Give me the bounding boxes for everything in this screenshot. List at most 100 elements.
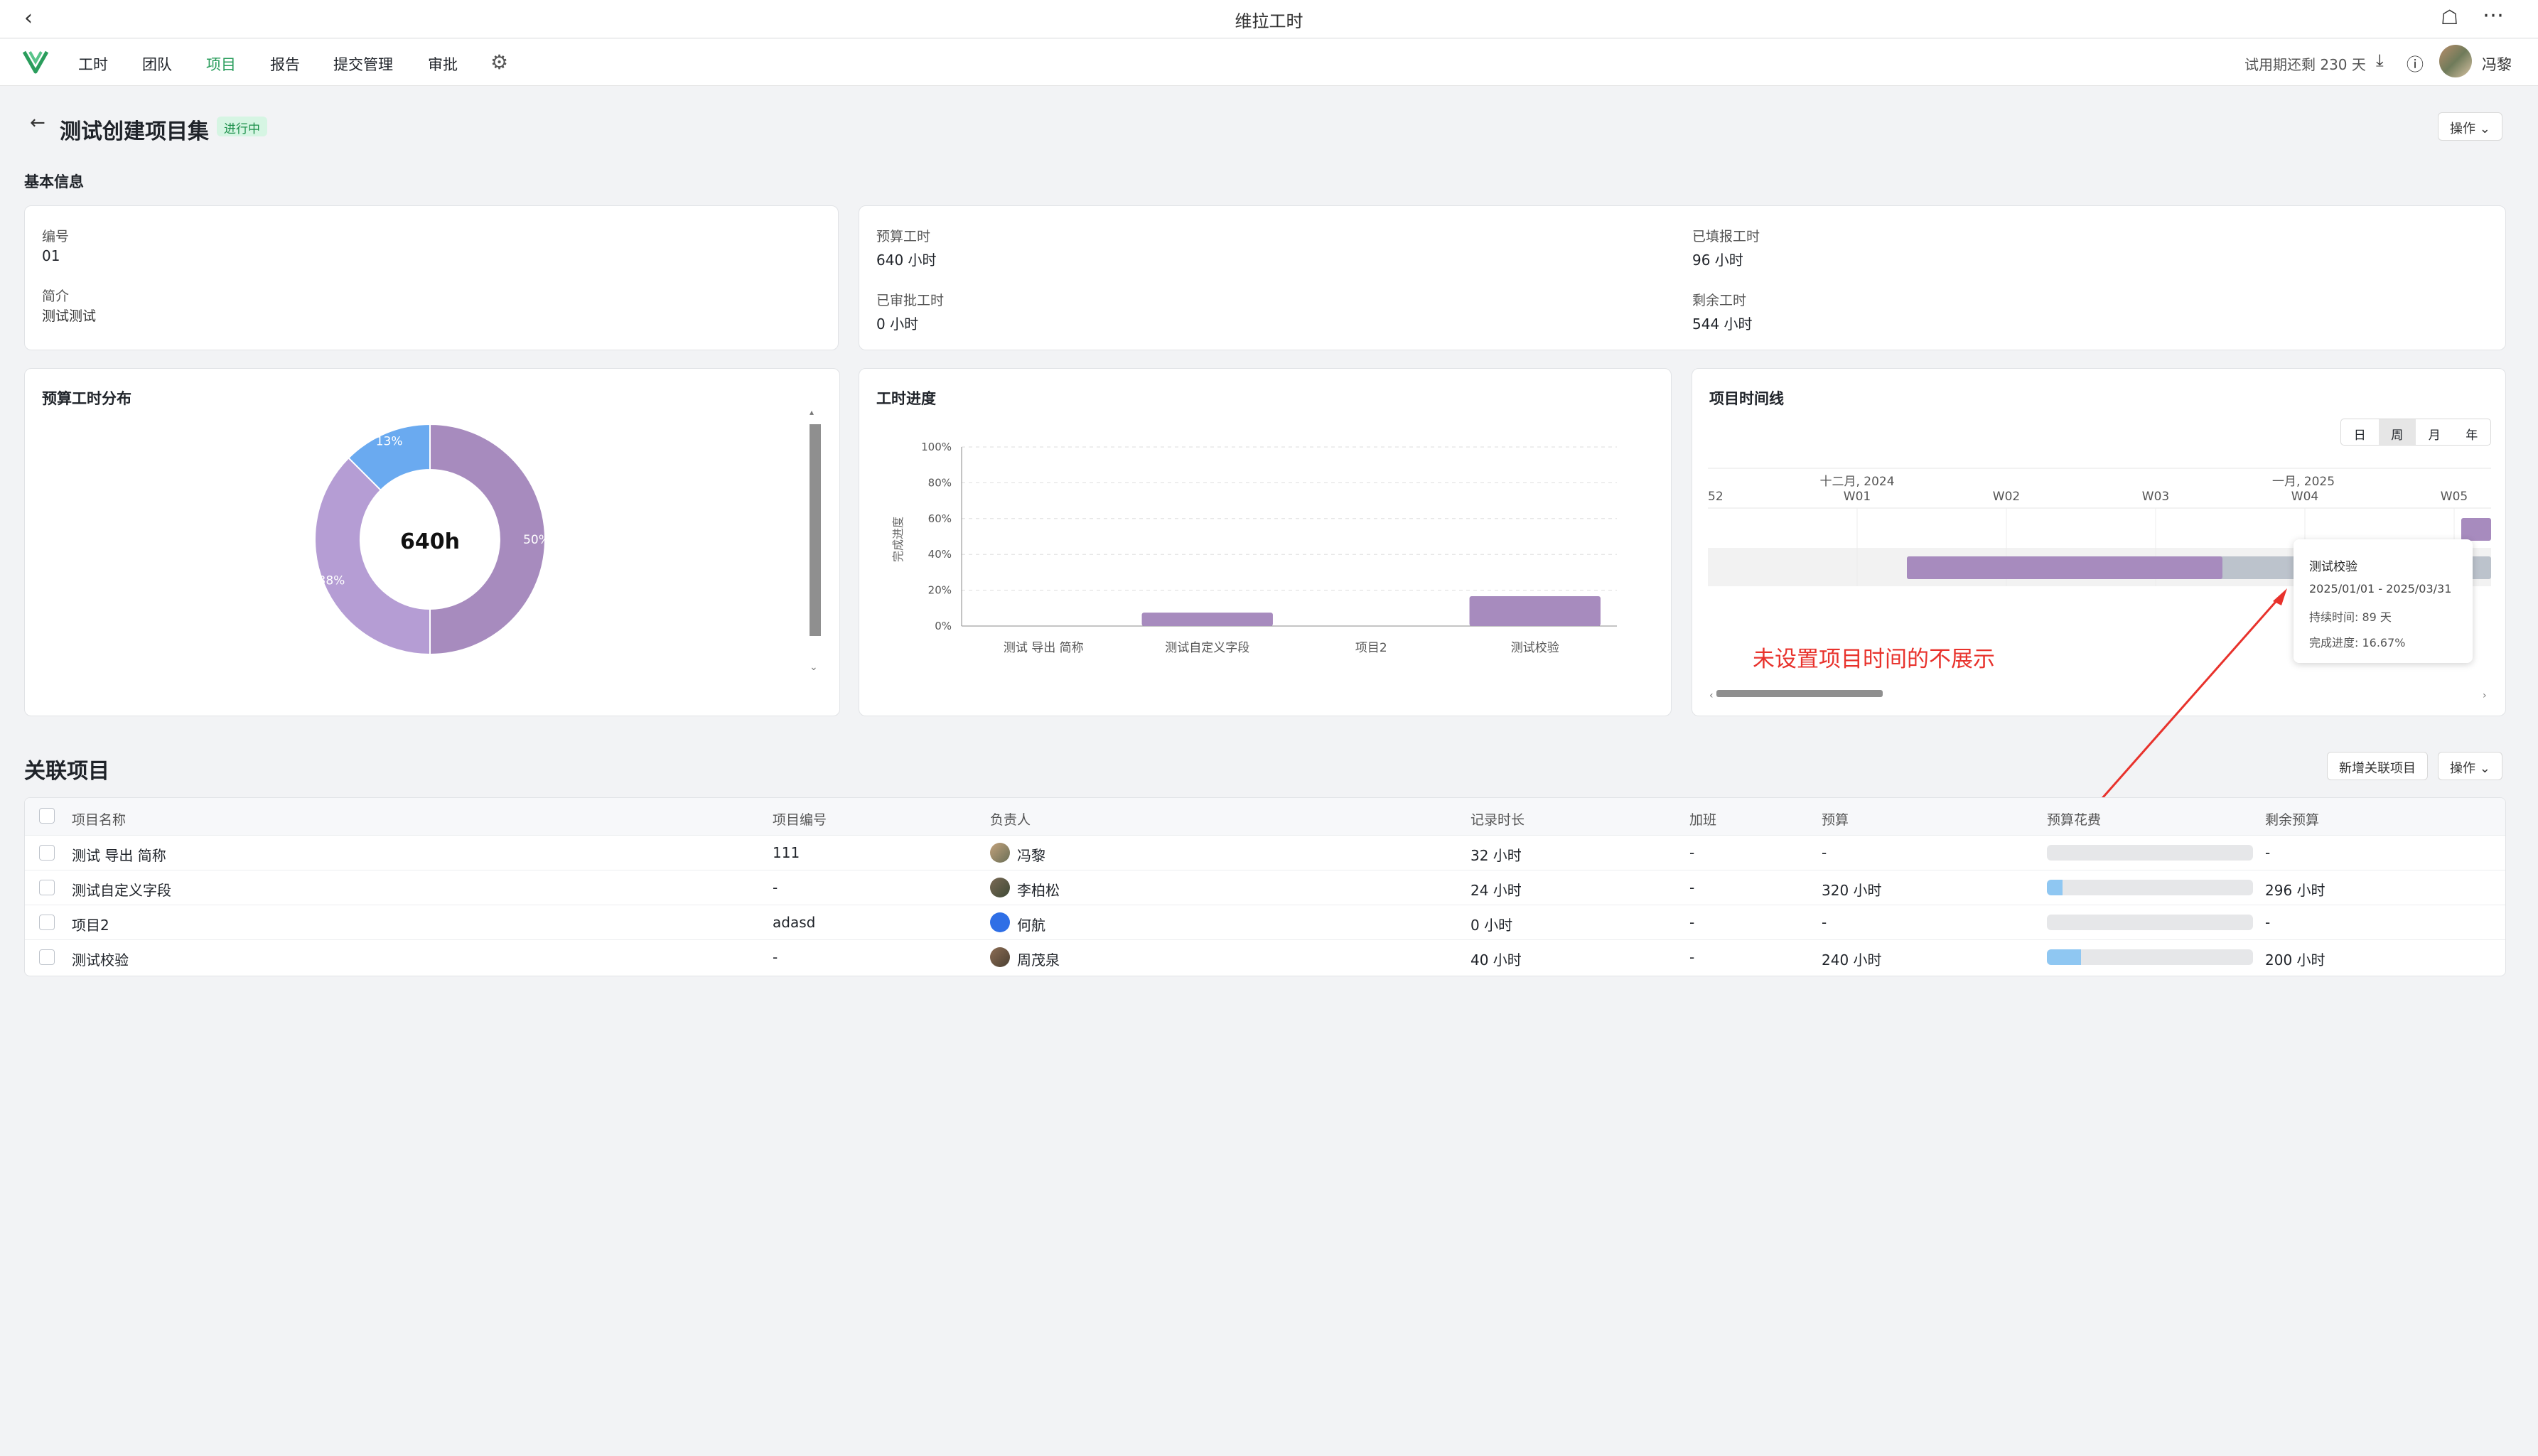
bar[interactable] <box>1141 613 1273 626</box>
user-name[interactable]: 冯黎 <box>2482 53 2512 75</box>
project-code: - <box>773 949 778 966</box>
nav-item-team[interactable]: 团队 <box>142 53 172 75</box>
scroll-down-icon[interactable]: ⌄ <box>810 662 818 673</box>
timeline-bar-progress[interactable] <box>1907 556 2222 579</box>
y-tick-label: 80% <box>928 476 952 489</box>
x-tick-label: 测试 导出 简称 <box>1004 641 1084 655</box>
hours-progress-card: 工时进度 0% 20% 40% 60% 80% 100% 测试 导出 简称 测试自定义字段项… <box>859 368 1672 716</box>
budget: 240 小时 <box>1822 951 1882 969</box>
col-budget: 预算 <box>1822 812 1849 828</box>
donut-slice[interactable] <box>314 457 431 656</box>
col-name: 项目名称 <box>72 812 127 828</box>
table-header: 项目名称 项目编号 负责人 记录时长 加班 预算 预算花费 剩余预算 <box>25 798 2505 835</box>
row-checkbox[interactable] <box>39 915 55 930</box>
col-hours: 记录时长 <box>1470 812 1525 828</box>
filled-label: 已填报工时 <box>1692 229 1760 244</box>
desc-value: 测试测试 <box>42 308 97 324</box>
col-code: 项目编号 <box>773 812 827 828</box>
add-related-project-button[interactable]: 新增关联项目 <box>2327 752 2428 780</box>
nav-item-projects[interactable]: 项目 <box>206 53 236 75</box>
basic-info-heading: 基本信息 <box>24 173 84 190</box>
nav-item-approval[interactable]: 审批 <box>428 53 458 75</box>
project-name[interactable]: 测试校验 <box>72 949 129 969</box>
remaining-budget: 200 小时 <box>2265 951 2325 969</box>
nav-item-submissions[interactable]: 提交管理 <box>333 53 393 75</box>
week-label: W05 <box>2441 490 2468 504</box>
more-icon[interactable]: ⋯ <box>2483 3 2505 28</box>
budget-spent-fill <box>2047 880 2063 895</box>
table-row[interactable]: 项目2 adasd 何航 0 小时 - - - <box>25 905 2505 939</box>
scroll-left-icon[interactable]: ‹ <box>1709 690 1714 701</box>
remaining-budget: - <box>2265 844 2271 861</box>
tooltip-progress: 完成进度: 16.67% <box>2309 636 2406 649</box>
row-checkbox[interactable] <box>39 949 55 965</box>
nav-item-hours[interactable]: 工时 <box>78 53 108 75</box>
project-name[interactable]: 项目2 <box>72 914 109 934</box>
y-tick-label: 100% <box>921 441 952 453</box>
project-code: - <box>773 879 778 896</box>
remaining-budget: 296 小时 <box>2265 882 2325 899</box>
budget-value: 640 小时 <box>876 252 937 269</box>
robot-icon[interactable]: ☖ <box>2441 6 2458 29</box>
budget: - <box>1822 844 1827 861</box>
donut-slice-label: 50% <box>523 533 550 547</box>
donut-title: 预算工时分布 <box>42 390 131 407</box>
owner-name: 何航 <box>1017 917 1045 934</box>
bar-chart: 0% 20% 40% 60% 80% 100% 测试 导出 简称 测试自定义字段 项目2 测试校… <box>891 441 1617 655</box>
x-tick-label: 测试校验 <box>1511 641 1559 655</box>
owner-name: 冯黎 <box>1017 847 1045 864</box>
id-value: 01 <box>42 247 60 264</box>
page-back-arrow-icon[interactable]: ← <box>30 112 45 134</box>
row-checkbox[interactable] <box>39 880 55 895</box>
budget-spent-bar <box>2047 949 2253 965</box>
y-tick-label: 40% <box>928 548 952 561</box>
help-icon[interactable]: ⓘ <box>2407 50 2424 75</box>
project-code: adasd <box>773 914 816 931</box>
donut-slice-label: 13% <box>376 434 403 448</box>
week-label: W03 <box>2142 490 2169 504</box>
download-icon[interactable]: ⤓ <box>2376 50 2384 70</box>
owner-name: 李柏松 <box>1017 882 1060 899</box>
week-label: W02 <box>1993 490 2020 504</box>
logo-icon[interactable] <box>21 48 50 76</box>
scroll-up-icon[interactable]: ▴ <box>810 407 818 417</box>
remain-label: 剩余工时 <box>1692 293 1747 308</box>
project-name[interactable]: 测试自定义字段 <box>72 879 171 900</box>
related-ops-label: 操作 <box>2450 761 2475 776</box>
legend-scrollbar[interactable] <box>810 424 821 636</box>
approved-label: 已审批工时 <box>876 293 945 308</box>
week-label: W04 <box>2291 490 2318 504</box>
timeline-bar-partial[interactable] <box>2461 518 2491 541</box>
budget: 320 小时 <box>1822 882 1882 899</box>
project-name[interactable]: 测试 导出 简称 <box>72 844 166 865</box>
related-ops-dropdown[interactable]: 操作 ⌄ <box>2438 752 2502 780</box>
bar[interactable] <box>1469 595 1601 626</box>
user-avatar[interactable] <box>2439 45 2472 77</box>
donut-slice-label: 38% <box>318 573 345 588</box>
overtime: - <box>1689 844 1695 861</box>
scroll-right-icon[interactable]: › <box>2483 690 2487 701</box>
table-row[interactable]: 测试 导出 简称 111 冯黎 32 小时 - - - <box>25 835 2505 870</box>
owner-avatar <box>990 878 1010 897</box>
nav-item-reports[interactable]: 报告 <box>270 53 300 75</box>
remain-value: 544 小时 <box>1692 316 1753 333</box>
budget-spent-bar <box>2047 845 2253 861</box>
filled-value: 96 小时 <box>1692 252 1743 269</box>
related-projects-heading: 关联项目 <box>24 759 109 784</box>
header-ops-dropdown[interactable]: 操作 ⌄ <box>2438 112 2502 141</box>
col-spent: 预算花费 <box>2047 812 2102 828</box>
week-label: 52 <box>1708 490 1724 504</box>
x-tick-label: 测试自定义字段 <box>1165 641 1249 655</box>
settings-gear-icon[interactable]: ⚙ <box>490 50 508 74</box>
record-hours: 24 小时 <box>1470 882 1522 899</box>
timeline-scrollbar[interactable] <box>1716 690 1883 697</box>
tooltip-name: 测试校验 <box>2309 560 2357 574</box>
select-all-checkbox[interactable] <box>39 808 55 824</box>
y-tick-label: 60% <box>928 512 952 525</box>
table-row[interactable]: 测试自定义字段 - 李柏松 24 小时 - 320 小时 296 小时 <box>25 870 2505 905</box>
table-row[interactable]: 测试校验 - 周茂泉 40 小时 - 240 小时 200 小时 <box>25 939 2505 974</box>
row-checkbox[interactable] <box>39 845 55 861</box>
budget-spent-bar <box>2047 880 2253 895</box>
donut-chart: 50% 38% 13% 640h <box>314 423 550 656</box>
week-label: W01 <box>1844 490 1871 504</box>
